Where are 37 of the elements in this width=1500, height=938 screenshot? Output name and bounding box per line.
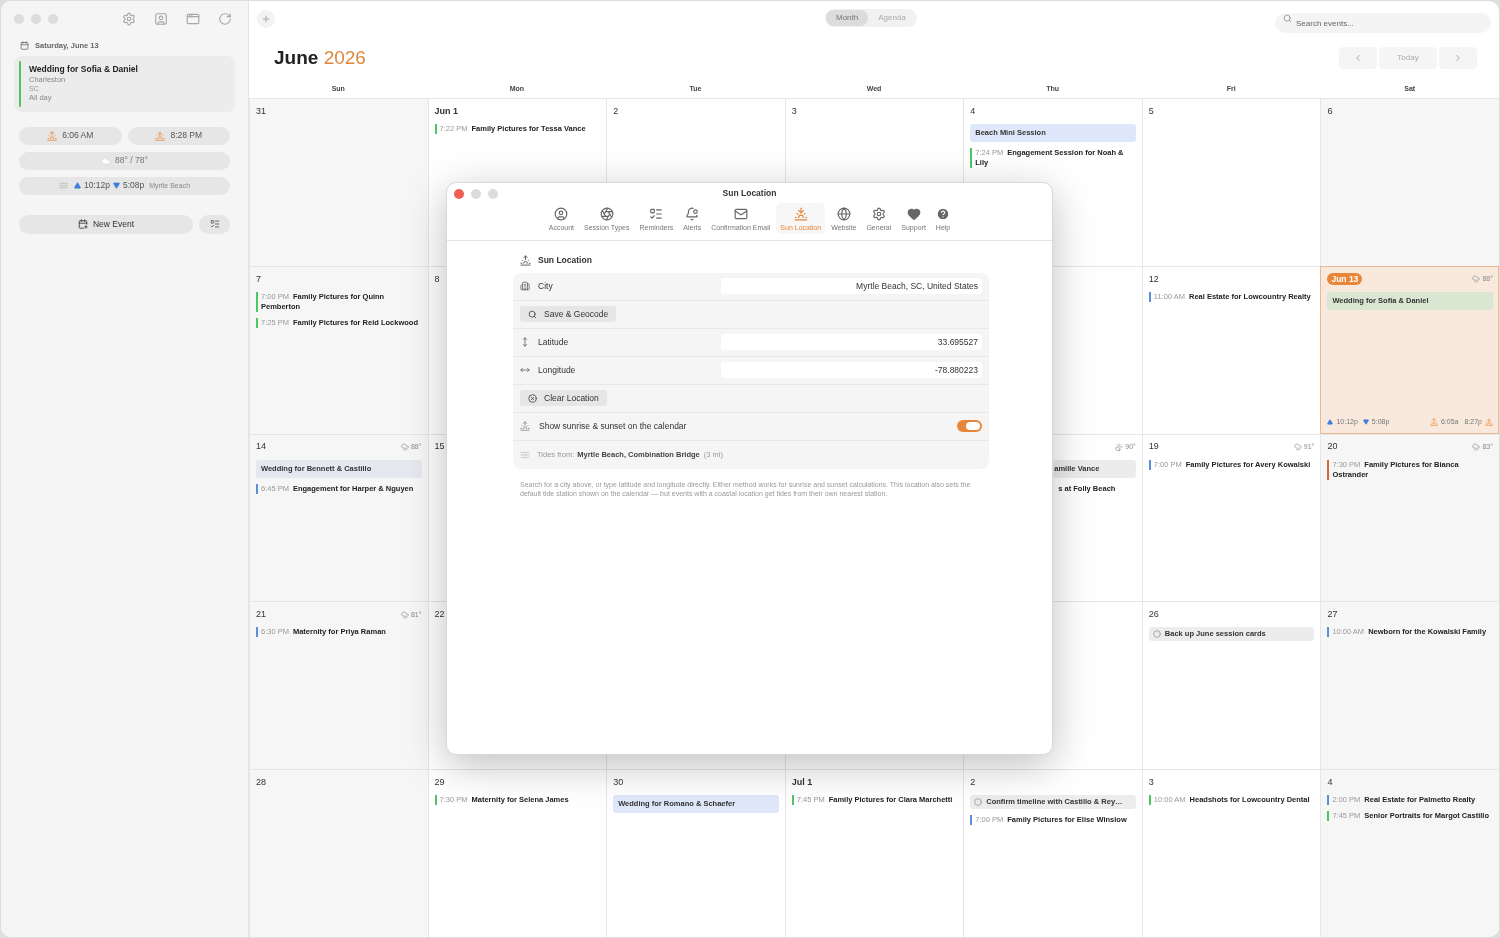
day-number: 21 [256, 608, 266, 622]
day-number: 4 [1327, 775, 1333, 789]
day-number: 14 [256, 440, 266, 454]
field-label: Longitude [538, 363, 577, 377]
day-number: 3 [1148, 775, 1154, 789]
toggle-label: Show sunrise & sunset on the calendar [539, 419, 688, 433]
day-number: 2 [613, 104, 619, 118]
day-number: 4 [970, 104, 976, 118]
day-number: 3 [791, 104, 797, 118]
day-number: 8 [434, 272, 440, 286]
day-number: 28 [256, 775, 266, 789]
day-number: Jun 1 [434, 104, 459, 118]
month-title: June 2026 [274, 45, 366, 70]
section-title: Sun Location [538, 254, 592, 267]
field-label: Latitude [538, 335, 570, 349]
day-number: Jul 1 [791, 775, 813, 789]
day-number: 22 [434, 608, 445, 622]
day-number: 12 [1148, 272, 1159, 286]
day-number: 26 [1148, 608, 1159, 622]
day-number: 30 [613, 775, 624, 789]
event-title: Wedding for Sofia & Daniel [29, 64, 138, 75]
today-date-badge: Jun 13 [1327, 273, 1363, 286]
day-number: 6 [1327, 104, 1333, 118]
day-number: 31 [256, 104, 266, 118]
day-number: 19 [1148, 440, 1159, 454]
sunrise-pill: 6:06 AM [19, 126, 122, 145]
day-number: 27 [1327, 608, 1338, 622]
day-number: 7 [256, 272, 261, 286]
day-number: 5 [1148, 104, 1154, 118]
day-number: 15 [434, 440, 445, 454]
sunset-pill: 8:28 PM [127, 126, 230, 145]
day-number: 2 [970, 775, 976, 789]
dialog-title: Sun Location [722, 186, 777, 200]
field-label: City [538, 279, 554, 293]
day-number: 29 [434, 775, 445, 789]
day-number: 20 [1327, 440, 1338, 454]
weather-pill: 88° / 78° [19, 151, 230, 170]
